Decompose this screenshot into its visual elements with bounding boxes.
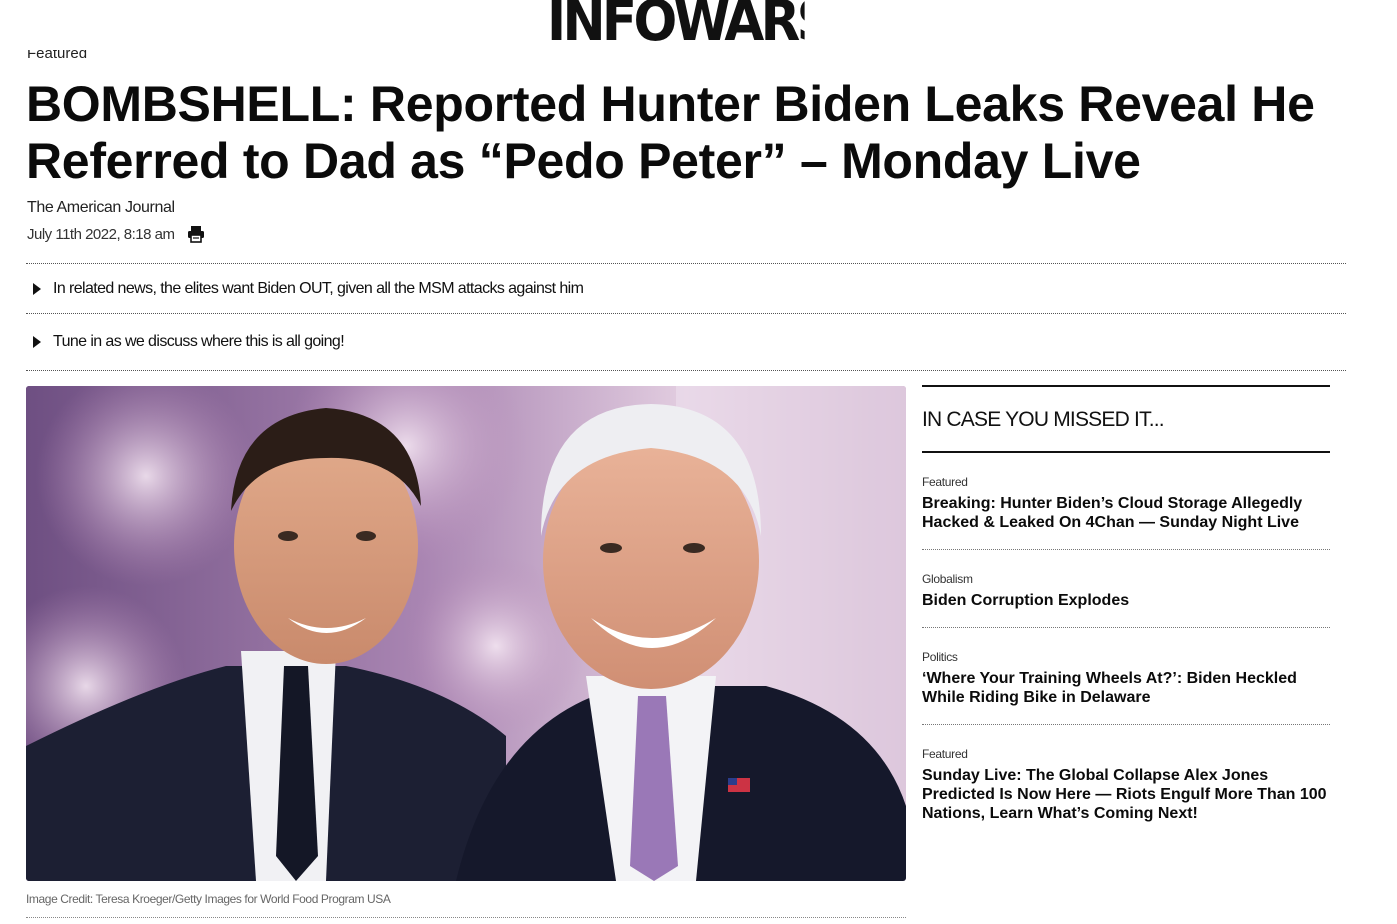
print-icon[interactable] [187,225,205,243]
article-author[interactable]: The American Journal [27,199,175,217]
sidebar-article[interactable]: Politics ‘Where Your Training Wheels At?… [922,628,1330,725]
sidebar-article-link[interactable]: ‘Where Your Training Wheels At?’: Biden … [922,669,1330,707]
site-logo[interactable]: INFOWARS [547,0,805,46]
sidebar-article-category[interactable]: Featured [922,747,1330,761]
sidebar-article-link[interactable]: Breaking: Hunter Biden’s Cloud Storage A… [922,494,1330,532]
triangle-bullet-icon [33,336,41,348]
sidebar-article-category[interactable]: Politics [922,650,1330,664]
sidebar-article-link[interactable]: Biden Corruption Explodes [922,591,1330,610]
summary-bullet: Tune in as we discuss where this is all … [26,313,1346,371]
sidebar-title: IN CASE YOU MISSED IT... [922,408,1165,431]
triangle-bullet-icon [33,282,41,295]
divider [922,385,1330,387]
summary-bullet-text: In related news, the elites want Biden O… [53,279,584,297]
sidebar-article[interactable]: Featured Breaking: Hunter Biden’s Cloud … [922,453,1330,550]
sidebar-in-case-you-missed-it: IN CASE YOU MISSED IT... Featured Breaki… [922,385,1330,840]
article-meta: July 11th 2022, 8:18 am [27,225,205,243]
article-category-label: Featured [27,50,88,62]
sidebar-article[interactable]: Globalism Biden Corruption Explodes [922,550,1330,628]
summary-bullet: In related news, the elites want Biden O… [26,263,1346,313]
article-date: July 11th 2022, 8:18 am [27,225,175,243]
summary-bullet-text: Tune in as we discuss where this is all … [53,333,345,350]
featured-photo-illustration [26,386,906,881]
sidebar-article-category[interactable]: Featured [922,475,1330,489]
article-featured-image[interactable] [26,386,906,881]
sidebar-article-category[interactable]: Globalism [922,572,1330,586]
sidebar-article-link[interactable]: Sunday Live: The Global Collapse Alex Jo… [922,766,1330,823]
sidebar-article[interactable]: Featured Sunday Live: The Global Collaps… [922,725,1330,840]
image-credit: Image Credit: Teresa Kroeger/Getty Image… [26,892,391,906]
article-category[interactable]: Featured [27,50,87,62]
divider [26,917,906,918]
page-title: BOMBSHELL: Reported Hunter Biden Leaks R… [26,76,1315,189]
